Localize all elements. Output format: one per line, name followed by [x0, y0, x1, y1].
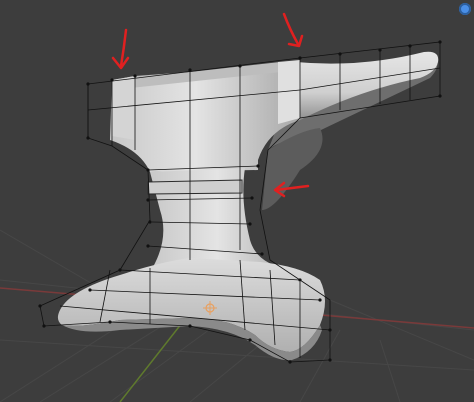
navigation-gizmo-icon[interactable]	[459, 3, 471, 15]
arrow-waist	[273, 181, 310, 198]
arrow-right-top	[282, 12, 304, 48]
viewport-canvas[interactable]	[0, 0, 474, 402]
arrow-left-top	[111, 28, 130, 70]
anvil-mesh[interactable]	[57, 51, 439, 361]
3d-viewport[interactable]	[0, 0, 474, 402]
